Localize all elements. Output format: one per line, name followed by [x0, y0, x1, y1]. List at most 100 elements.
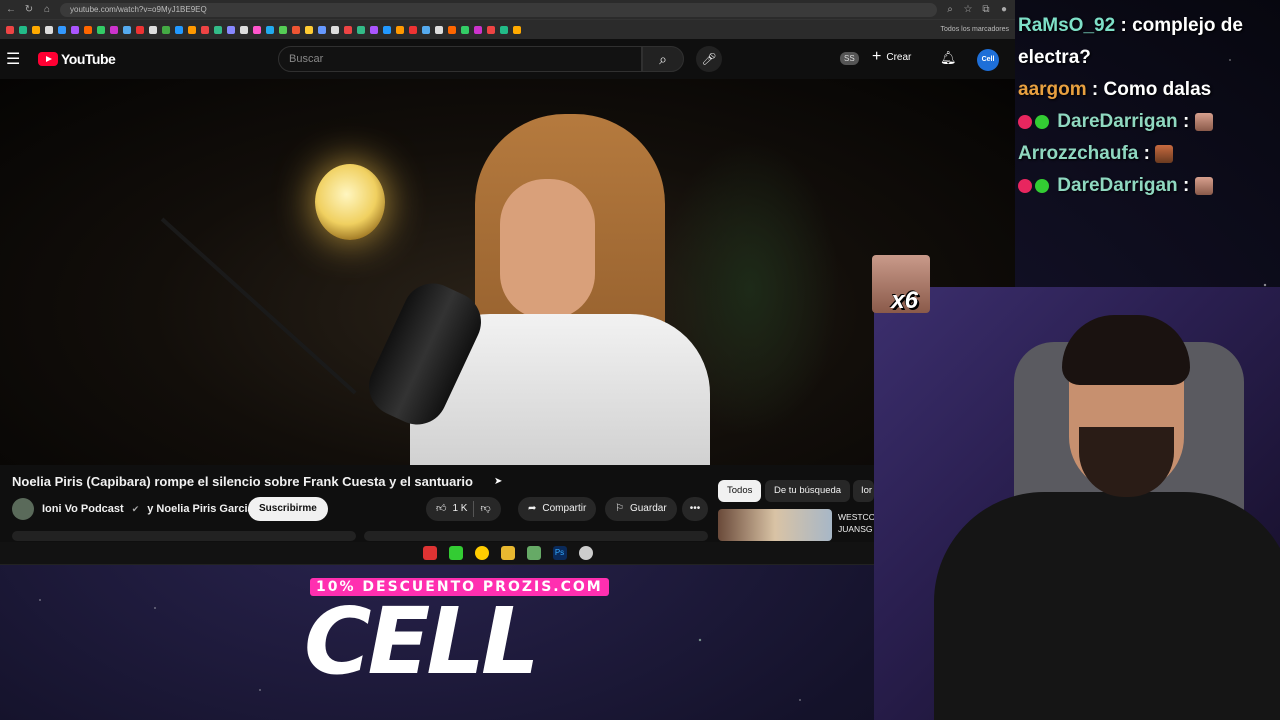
notifications-bell-icon[interactable]: 🔔︎ — [940, 50, 957, 66]
back-icon[interactable]: ← — [6, 4, 16, 15]
extensions-icon[interactable]: ⧉ — [981, 4, 991, 15]
bookmark-icon[interactable] — [214, 25, 222, 34]
microphone-icon[interactable]: 🎤︎ — [696, 46, 722, 72]
bookmark-icon[interactable] — [435, 25, 443, 34]
bookmark-icon[interactable] — [370, 25, 378, 34]
bookmark-icon[interactable] — [305, 25, 313, 34]
bookmark-icon[interactable] — [448, 25, 456, 34]
share-button[interactable]: ➦ Compartir — [518, 497, 597, 521]
chrome-icon[interactable] — [474, 546, 489, 560]
create-button[interactable]: + Crear — [872, 49, 911, 65]
bookmark-icon[interactable] — [45, 25, 53, 34]
bookmark-icon[interactable] — [383, 25, 391, 34]
verified-icon: ✔ — [131, 503, 140, 514]
chat-colon: : — [1120, 15, 1133, 36]
like-icon[interactable]: 👍︎ — [436, 497, 446, 521]
minecraft-icon[interactable] — [526, 546, 541, 560]
bookmark-icon[interactable] — [396, 25, 404, 34]
photoshop-icon[interactable]: Ps — [552, 546, 567, 560]
ss-badge[interactable]: SS — [840, 52, 859, 65]
bookmark-icon[interactable] — [513, 25, 521, 34]
youtube-logo[interactable]: YouTube — [38, 51, 116, 67]
cell-badge-icon — [1035, 114, 1049, 129]
bookmark-icon[interactable] — [110, 25, 118, 34]
bookmark-icon[interactable] — [97, 25, 105, 34]
bookmark-icon[interactable] — [71, 25, 79, 34]
recommended-thumbnail[interactable] — [718, 509, 832, 541]
bookmark-icon[interactable] — [266, 25, 274, 34]
chat-message: DareDarrigan : — [1018, 106, 1280, 138]
video-player[interactable] — [0, 79, 1015, 465]
recommended-title[interactable]: WESTCO JUANSG — [838, 511, 874, 535]
bookmark-icon[interactable] — [136, 25, 144, 34]
bookmark-icon[interactable] — [175, 25, 183, 34]
separator — [473, 501, 475, 517]
bookmark-icon[interactable] — [422, 25, 430, 34]
chip-truncated[interactable]: Ior — [853, 480, 874, 502]
all-bookmarks-folder[interactable]: Todos los marcadores — [941, 26, 1009, 33]
chat-colon: : — [1182, 111, 1195, 132]
bookmark-icon[interactable] — [253, 25, 261, 34]
menu-icon[interactable]: ☰ — [6, 49, 26, 69]
search-icon[interactable]: ⌕ — [642, 46, 684, 72]
emote-icon — [1194, 112, 1213, 131]
bookmark-icon[interactable] — [149, 25, 157, 34]
channel-avatar[interactable] — [12, 498, 34, 520]
lamp-light — [315, 164, 385, 240]
sub-badge-icon — [1018, 178, 1032, 193]
youtube-header: ☰ YouTube Buscar ⌕ 🎤︎ SS + Crear 🔔︎ Cell — [0, 39, 1015, 79]
bookmark-icon[interactable] — [123, 25, 131, 34]
bookmark-icon[interactable] — [240, 25, 248, 34]
plus-icon: + — [872, 48, 882, 65]
bookmark-icon[interactable] — [188, 25, 196, 34]
account-avatar[interactable]: Cell — [977, 49, 999, 71]
star-icon[interactable]: ☆ — [963, 4, 973, 15]
stream-scene: ← ↻ ⌂ youtube.com/watch?v=o9MyJ1BE9EQ ⌕ … — [0, 0, 1280, 720]
reload-icon[interactable]: ↻ — [24, 4, 34, 15]
bookmark-icon[interactable] — [461, 25, 469, 34]
chip-todos[interactable]: Todos — [718, 480, 762, 502]
search-input[interactable]: Buscar — [278, 46, 642, 72]
bookmark-icon[interactable] — [474, 25, 482, 34]
like-count[interactable]: 1 K — [452, 497, 467, 521]
bookmark-icon[interactable] — [58, 25, 66, 34]
emote-combo-count: x6 — [891, 287, 918, 314]
channel-brand-logo: CELL — [304, 588, 540, 695]
spotify-icon[interactable] — [448, 546, 463, 560]
bookmark-icon[interactable] — [500, 25, 508, 34]
app-icon[interactable] — [422, 546, 437, 560]
zoom-icon[interactable]: ⌕ — [945, 4, 955, 15]
bookmark-icon[interactable] — [162, 25, 170, 34]
channel-name[interactable]: Ioni Vo Podcast — [42, 503, 124, 515]
bookmark-icon[interactable] — [487, 25, 495, 34]
description-box[interactable] — [12, 531, 356, 541]
subscribe-button[interactable]: Suscribirme — [248, 497, 328, 521]
home-icon[interactable]: ⌂ — [42, 4, 52, 15]
dislike-icon[interactable]: 👎︎ — [480, 497, 490, 521]
bookmark-icon[interactable] — [409, 25, 417, 34]
bookmark-icon[interactable] — [84, 25, 92, 34]
bookmark-icon[interactable] — [331, 25, 339, 34]
bookmark-icon[interactable] — [344, 25, 352, 34]
emote-icon — [1155, 144, 1174, 163]
bookmark-icon[interactable] — [32, 25, 40, 34]
channel-collaborator[interactable]: y Noelia Piris Garcia — [147, 503, 253, 515]
bookmark-icon[interactable] — [201, 25, 209, 34]
save-button[interactable]: ⚐ Guardar — [605, 497, 677, 521]
bookmark-icon[interactable] — [19, 25, 27, 34]
bookmark-icon[interactable] — [227, 25, 235, 34]
folder-icon[interactable] — [500, 546, 515, 560]
bookmark-icon[interactable] — [6, 25, 14, 34]
bookmark-icon[interactable] — [279, 25, 287, 34]
url-field[interactable]: youtube.com/watch?v=o9MyJ1BE9EQ — [60, 2, 937, 17]
app-icon[interactable] — [578, 546, 593, 560]
bookmark-icon[interactable] — [292, 25, 300, 34]
bookmark-icon[interactable] — [318, 25, 326, 34]
chip-de-tu-busqueda[interactable]: De tu búsqueda — [765, 480, 851, 502]
profile-icon[interactable]: ● — [999, 4, 1009, 15]
more-options-button[interactable]: ••• — [682, 497, 708, 521]
mouse-cursor-icon: ➤ — [494, 476, 503, 487]
streamer-shirt — [934, 492, 1280, 720]
comments-box[interactable] — [364, 531, 708, 541]
bookmark-icon[interactable] — [357, 25, 365, 34]
